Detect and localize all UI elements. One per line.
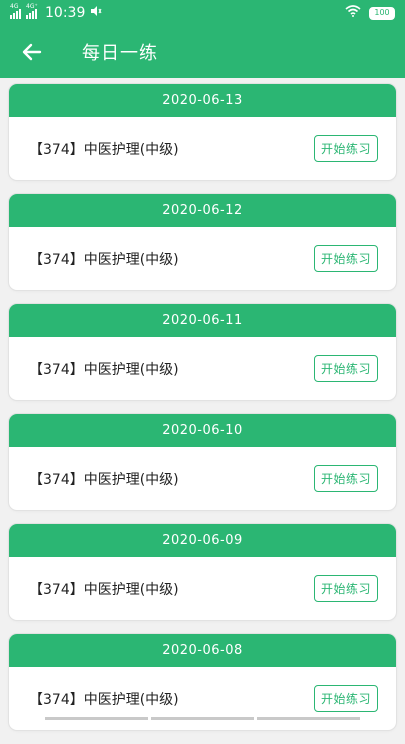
network-type-label: 4G [10,3,18,10]
practice-card: 2020-06-11 【374】中医护理(中级) 开始练习 [9,304,396,400]
practice-card: 2020-06-08 【374】中医护理(中级) 开始练习 [9,634,396,730]
app-header: 每日一练 [0,26,405,78]
battery-icon: 100 [369,7,395,20]
card-body: 【374】中医护理(中级) 开始练习 [9,667,396,730]
wifi-icon [345,5,361,21]
start-practice-button[interactable]: 开始练习 [314,465,378,492]
page-title: 每日一练 [82,39,158,65]
course-title: 【374】中医护理(中级) [29,469,179,489]
course-title: 【374】中医护理(中级) [29,359,179,379]
start-practice-button[interactable]: 开始练习 [314,575,378,602]
card-date: 2020-06-09 [9,524,396,557]
practice-card: 2020-06-13 【374】中医护理(中级) 开始练习 [9,84,396,180]
network-type-label: 4G⁺ [26,3,38,10]
back-button[interactable] [0,26,64,78]
practice-card: 2020-06-10 【374】中医护理(中级) 开始练习 [9,414,396,510]
practice-card: 2020-06-09 【374】中医护理(中级) 开始练习 [9,524,396,620]
course-title: 【374】中医护理(中级) [29,689,179,709]
status-left: 4G 4G⁺ 10:39 [10,5,102,21]
course-title: 【374】中医护理(中级) [29,249,179,269]
signal-icon-sim2: 4G⁺ [26,8,37,19]
practice-list: 2020-06-13 【374】中医护理(中级) 开始练习 2020-06-12… [9,84,396,744]
course-title: 【374】中医护理(中级) [29,139,179,159]
status-right: 100 [345,5,395,21]
practice-card: 2020-06-12 【374】中医护理(中级) 开始练习 [9,194,396,290]
signal-icon-sim1: 4G [10,8,21,19]
card-body: 【374】中医护理(中级) 开始练习 [9,337,396,400]
card-date: 2020-06-08 [9,634,396,667]
start-practice-button[interactable]: 开始练习 [314,135,378,162]
arrow-left-icon [22,43,42,61]
card-date: 2020-06-10 [9,414,396,447]
status-time: 10:39 [45,5,85,21]
card-date: 2020-06-12 [9,194,396,227]
card-body: 【374】中医护理(中级) 开始练习 [9,557,396,620]
course-title: 【374】中医护理(中级) [29,579,179,599]
card-date: 2020-06-11 [9,304,396,337]
card-body: 【374】中医护理(中级) 开始练习 [9,447,396,510]
card-body: 【374】中医护理(中级) 开始练习 [9,227,396,290]
start-practice-button[interactable]: 开始练习 [314,245,378,272]
start-practice-button[interactable]: 开始练习 [314,355,378,382]
card-body: 【374】中医护理(中级) 开始练习 [9,117,396,180]
card-date: 2020-06-13 [9,84,396,117]
mute-icon [90,5,102,21]
start-practice-button[interactable]: 开始练习 [314,685,378,712]
status-bar: 4G 4G⁺ 10:39 100 [0,0,405,26]
